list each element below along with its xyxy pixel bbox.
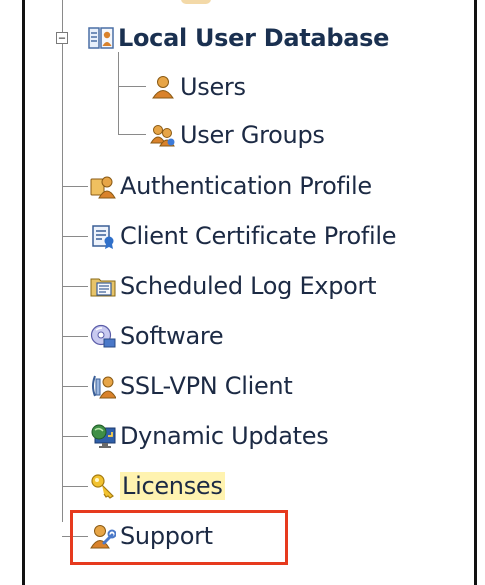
tree-item-label: Scheduled Log Export <box>120 272 377 300</box>
scheduled-log-export-icon <box>90 278 116 297</box>
tree-item-label: SSL-VPN Client <box>120 372 293 400</box>
tree-connector-line <box>62 186 88 187</box>
highlight-box <box>70 510 288 565</box>
key-icon <box>91 474 114 499</box>
tree-connector-line <box>62 436 88 437</box>
local-user-database-icon <box>88 27 114 49</box>
tree-item-label: Client Certificate Profile <box>120 222 397 250</box>
navigation-tree: − Local User Database Users User Groups … <box>0 0 485 585</box>
tree-item-authentication-profile[interactable]: Authentication Profile <box>90 169 372 203</box>
software-icon <box>90 324 116 348</box>
tree-item-client-certificate-profile[interactable]: Client Certificate Profile <box>90 219 397 253</box>
tree-item-users[interactable]: Users <box>150 70 246 104</box>
tree-item-label: Software <box>120 322 224 350</box>
authentication-profile-icon <box>90 176 116 199</box>
tree-connector-line <box>62 0 63 522</box>
tree-item-scheduled-log-export[interactable]: Scheduled Log Export <box>90 269 377 303</box>
tree-item-software[interactable]: Software <box>90 319 224 353</box>
client-certificate-icon <box>92 225 114 249</box>
ssl-vpn-client-icon <box>92 375 116 399</box>
tree-item-label: Dynamic Updates <box>120 422 329 450</box>
dynamic-updates-icon <box>91 424 116 448</box>
tree-item-ssl-vpn-client[interactable]: SSL-VPN Client <box>90 369 293 403</box>
tree-connector-line <box>62 236 88 237</box>
tree-connector-line <box>62 286 88 287</box>
tree-item-dynamic-updates[interactable]: Dynamic Updates <box>90 419 329 453</box>
tree-item-licenses[interactable]: Licenses <box>90 469 225 503</box>
tree-connector-line <box>118 52 119 134</box>
tree-item-user-groups[interactable]: User Groups <box>150 118 325 152</box>
tree-connector-line <box>62 486 88 487</box>
tree-item-label: Licenses <box>120 472 225 500</box>
tree-connector-line <box>118 86 146 87</box>
tree-item-label: Local User Database <box>118 24 390 52</box>
tree-connector-line <box>62 386 88 387</box>
tree-item-label: Authentication Profile <box>120 172 372 200</box>
user-icon <box>152 76 174 99</box>
tree-item-label: User Groups <box>180 121 325 149</box>
tree-item-label: Users <box>180 73 246 101</box>
tree-connector-line <box>62 336 88 337</box>
tree-connector-line <box>118 134 146 135</box>
collapse-toggle[interactable]: − <box>56 32 68 44</box>
user-groups-icon <box>150 125 175 147</box>
tree-item-local-user-database[interactable]: Local User Database <box>88 21 389 55</box>
